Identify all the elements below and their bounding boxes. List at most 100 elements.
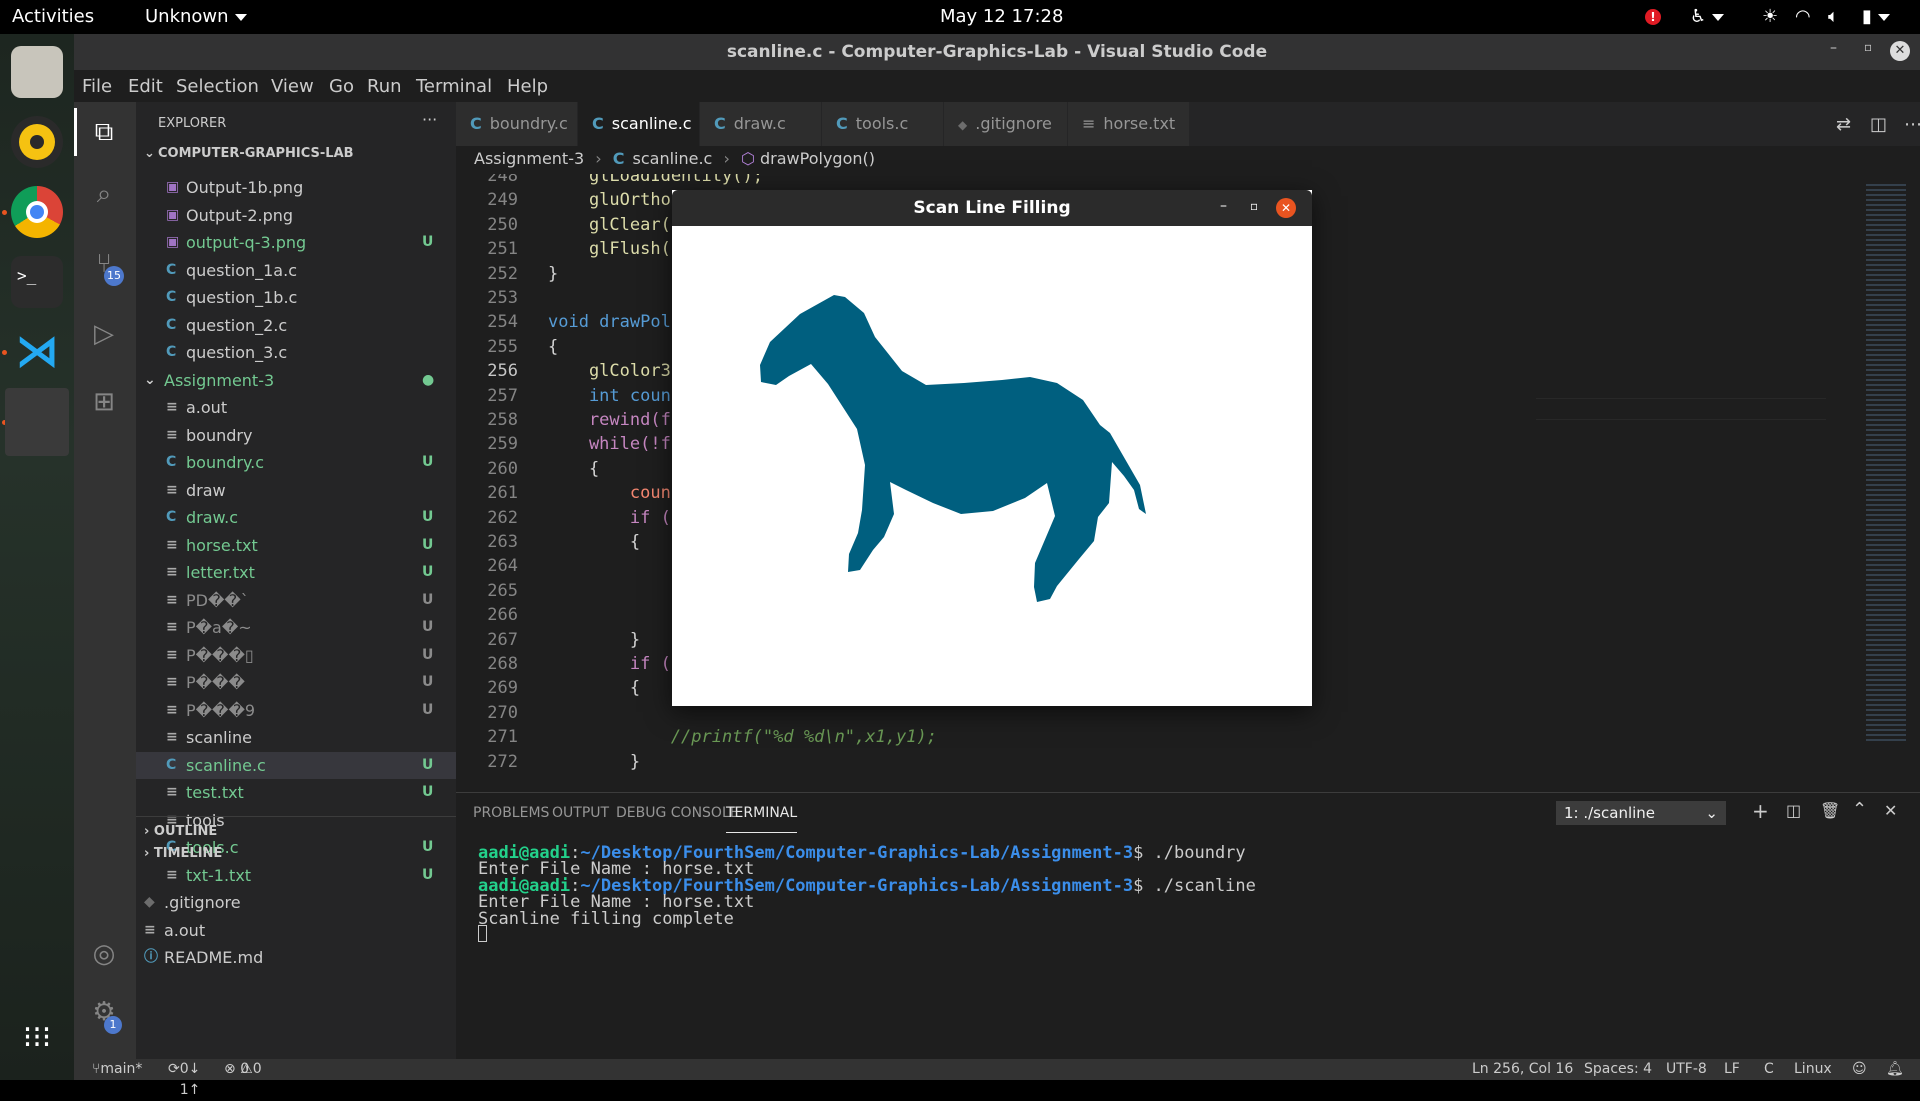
files-app-icon[interactable] [11, 46, 63, 98]
tree-item[interactable]: ▣ Output-2.png [136, 202, 456, 229]
tab-output[interactable]: OUTPUT [552, 793, 609, 833]
cursor-position[interactable]: Ln 256, Col 16 [1472, 1059, 1573, 1080]
menu-run[interactable]: Run [367, 70, 402, 104]
tab-terminal[interactable]: TERMINAL [726, 793, 798, 833]
menu-go[interactable]: Go [329, 70, 354, 104]
close-window-icon[interactable]: ✕ [1890, 41, 1910, 61]
alert-icon[interactable]: ! [1645, 9, 1661, 25]
notifications-icon[interactable]: 🔔︎ [1886, 1059, 1904, 1080]
tree-item[interactable]: ≡ P���9 U [136, 697, 456, 724]
search-icon[interactable]: ⌕ [88, 178, 120, 210]
minimize-icon[interactable]: – [1830, 40, 1837, 56]
tree-item[interactable]: Cquestion_1a.c [136, 257, 456, 284]
tree-item[interactable]: ≡ a.out [136, 394, 456, 421]
end-of-line[interactable]: LF [1724, 1059, 1740, 1080]
breadcrumb-symbol[interactable]: drawPolygon() [760, 149, 875, 168]
tab-problems[interactable]: PROBLEMS [473, 793, 549, 833]
menu-view[interactable]: View [271, 70, 314, 104]
menu-help[interactable]: Help [507, 70, 548, 104]
menu-selection[interactable]: Selection [176, 70, 259, 104]
tree-item[interactable]: Cquestion_3.c [136, 339, 456, 366]
tree-item[interactable]: Cdraw.c U [136, 504, 456, 531]
tree-item[interactable]: ≡ P���▯ U [136, 642, 456, 669]
running-app-icon[interactable] [5, 388, 69, 456]
maximize-icon[interactable]: ▫ [1864, 40, 1872, 54]
tree-item[interactable]: ≡ scanline [136, 724, 456, 751]
accounts-icon[interactable]: ◎ [88, 938, 120, 970]
tab-gitignore[interactable]: ◆ .gitignore [944, 102, 1068, 146]
encoding[interactable]: UTF-8 [1666, 1059, 1707, 1080]
outline-section[interactable]: › OUTLINE [144, 824, 217, 839]
split-terminal-icon[interactable]: ◫ [1786, 801, 1801, 820]
breadcrumb-file[interactable]: scanline.c [633, 149, 713, 168]
accessibility-icon[interactable]: ♿ [1690, 0, 1725, 34]
close-window-icon[interactable]: ✕ [1276, 198, 1296, 218]
battery-icon[interactable]: ▮ [1862, 0, 1890, 34]
clock[interactable]: May 12 17:28 [940, 0, 1063, 34]
git-branch[interactable]: ⑂ main* [92, 1059, 142, 1080]
tree-item[interactable]: ≡ test.txt U [136, 779, 456, 806]
git-sync[interactable]: ⟳ 0↓ 1↑ [168, 1059, 200, 1098]
brightness-icon[interactable]: ☀ [1762, 0, 1778, 34]
extensions-icon[interactable]: ⊞ [88, 386, 120, 418]
tab-horse-txt[interactable]: ≡ horse.txt [1068, 102, 1190, 146]
editor-more-icon[interactable]: ⋯ [1904, 114, 1920, 135]
tab-debug-console[interactable]: DEBUG CONSOLE [616, 793, 739, 833]
tree-item[interactable]: ≡ draw [136, 477, 456, 504]
tree-item[interactable]: ≡ a.out [136, 917, 456, 944]
minimize-icon[interactable]: – [1220, 198, 1227, 214]
tree-item[interactable]: ◆ .gitignore [136, 889, 456, 916]
tree-item[interactable]: ≡ letter.txt U [136, 559, 456, 586]
tree-item[interactable]: ≡ P�a�~ U [136, 614, 456, 641]
maximize-panel-icon[interactable]: ⌃ [1852, 799, 1867, 820]
workspace-root[interactable]: ⌄ COMPUTER-GRAPHICS-LAB [136, 142, 456, 166]
menu-terminal[interactable]: Terminal [416, 70, 492, 104]
minimap[interactable] [1856, 174, 1920, 792]
tree-item[interactable]: ≡ boundry [136, 422, 456, 449]
tree-item[interactable]: ≡ PD��` U [136, 587, 456, 614]
volume-icon[interactable]: 🔈︎ [1828, 0, 1839, 34]
tree-item[interactable]: Cboundry.c U [136, 449, 456, 476]
menu-edit[interactable]: Edit [128, 70, 163, 104]
close-panel-icon[interactable]: ✕ [1884, 801, 1897, 820]
app-menu[interactable]: Unknown [145, 0, 247, 34]
terminal-select[interactable]: 1: ./scanline ⌄ [1556, 801, 1726, 825]
compare-icon[interactable]: ⇄ [1836, 114, 1851, 135]
tab-boundry-c[interactable]: Cboundry.c [456, 102, 578, 146]
trash-icon[interactable]: 🗑︎ [1820, 801, 1840, 820]
new-terminal-icon[interactable]: + [1752, 799, 1769, 823]
split-editor-icon[interactable]: ◫ [1870, 114, 1887, 135]
vscode-app-icon[interactable]: ⋊ [11, 326, 63, 378]
language-mode[interactable]: C [1764, 1059, 1774, 1080]
problems-count[interactable]: ⊗ 0 ⚠ 0 [224, 1059, 262, 1080]
tree-item[interactable]: ⌄ Assignment-3 ● [136, 367, 456, 394]
tree-item[interactable]: ▣ output-q-3.png U [136, 229, 456, 256]
breadcrumb-folder[interactable]: Assignment-3 [474, 149, 584, 168]
terminal-output[interactable]: aadi@aadi:~/Desktop/FourthSem/Computer-G… [456, 835, 1920, 1055]
terminal-app-icon[interactable]: >_ [11, 256, 63, 308]
feedback-icon[interactable]: ☺ [1852, 1059, 1867, 1080]
indentation[interactable]: Spaces: 4 [1584, 1059, 1652, 1080]
menu-file[interactable]: File [82, 70, 112, 104]
explorer-icon[interactable]: ⧉ [88, 116, 120, 148]
tree-item[interactable]: ≡ txt-1.txt U [136, 862, 456, 889]
rhythmbox-app-icon[interactable] [11, 116, 63, 168]
chrome-app-icon[interactable] [11, 186, 63, 238]
show-applications-icon[interactable]: ⁝⁝⁝ [11, 1012, 63, 1064]
more-actions-icon[interactable]: ··· [422, 110, 437, 129]
tree-item[interactable]: ≡ horse.txt U [136, 532, 456, 559]
tree-item[interactable]: Cquestion_2.c [136, 312, 456, 339]
tree-item[interactable]: ⓘ README.md [136, 944, 456, 971]
tree-item[interactable]: ≡ P��� U [136, 669, 456, 696]
tree-item[interactable]: Cscanline.c U [136, 751, 456, 779]
timeline-section[interactable]: › TIMELINE [144, 846, 222, 861]
activities-button[interactable]: Activities [12, 0, 94, 34]
run-debug-icon[interactable]: ▷ [88, 318, 120, 350]
maximize-icon[interactable]: ▫ [1250, 199, 1258, 213]
tree-item[interactable]: ▣ Output-1b.png [136, 174, 456, 201]
tab-draw-c[interactable]: Cdraw.c [700, 102, 822, 146]
os-indicator[interactable]: Linux [1794, 1059, 1832, 1080]
tab-scanline-c[interactable]: Cscanline.c✕ [578, 102, 715, 146]
tree-item[interactable]: Cquestion_1b.c [136, 284, 456, 311]
tab-tools-c[interactable]: Ctools.c [822, 102, 944, 146]
